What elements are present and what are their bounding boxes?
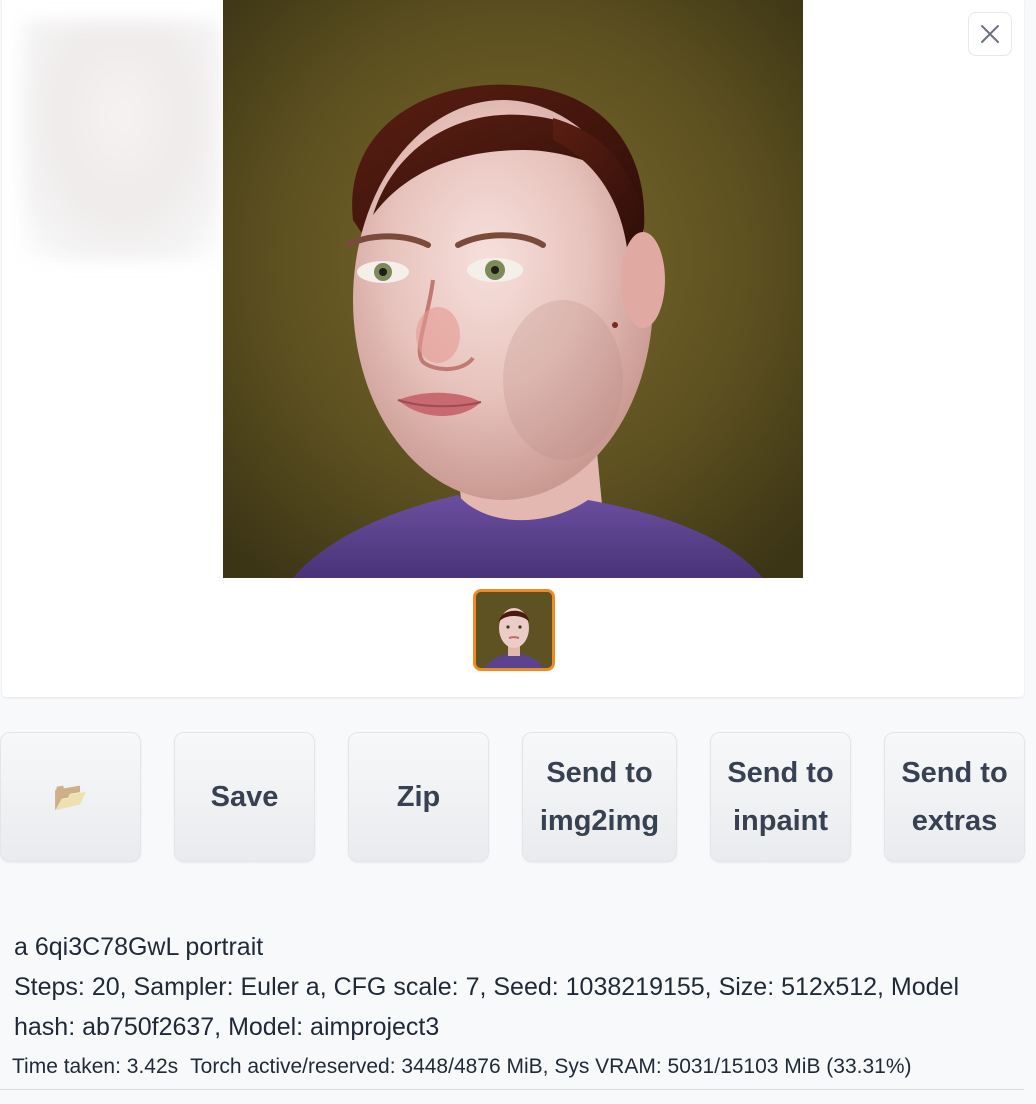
previous-image-ghost	[22, 20, 222, 260]
divider	[0, 1089, 1024, 1090]
save-button[interactable]: Save	[174, 732, 315, 862]
performance-stats: Time taken: 3.42s Torch active/reserved: …	[12, 1052, 1024, 1082]
thumbnail-image	[476, 592, 552, 668]
send-inpaint-label-line2: inpaint	[732, 805, 829, 837]
zip-button[interactable]: Zip	[348, 732, 489, 862]
zip-button-label: Zip	[396, 781, 441, 813]
send-img2img-label-line1: Send to	[546, 757, 653, 789]
generation-info: a 6qi3C78GwL portrait Steps: 20, Sampler…	[14, 927, 1024, 1047]
send-inpaint-label-line1: Send to	[727, 757, 834, 789]
gallery-thumbnail[interactable]	[473, 589, 555, 671]
generated-image-preview[interactable]	[223, 0, 803, 578]
send-to-img2img-button[interactable]: Send to img2img	[522, 732, 677, 862]
folder-icon: 📂	[53, 781, 88, 812]
portrait-image	[223, 0, 803, 578]
send-extras-label-line1: Send to	[901, 757, 1008, 789]
send-img2img-label-line2: img2img	[539, 805, 660, 837]
send-to-extras-button[interactable]: Send to extras	[884, 732, 1025, 862]
memory-stats: Torch active/reserved: 3448/4876 MiB, Sy…	[190, 1055, 912, 1078]
save-button-label: Save	[210, 781, 279, 813]
prompt-text: a 6qi3C78GwL portrait	[14, 933, 264, 961]
close-icon	[981, 25, 999, 43]
time-taken: Time taken: 3.42s	[12, 1055, 179, 1078]
close-preview-button[interactable]	[968, 12, 1012, 56]
send-extras-label-line2: extras	[911, 805, 998, 837]
generation-params: Steps: 20, Sampler: Euler a, CFG scale: …	[14, 973, 960, 1041]
open-folder-button[interactable]: 📂	[0, 732, 141, 862]
image-gallery-panel	[2, 0, 1024, 697]
send-to-inpaint-button[interactable]: Send to inpaint	[710, 732, 851, 862]
